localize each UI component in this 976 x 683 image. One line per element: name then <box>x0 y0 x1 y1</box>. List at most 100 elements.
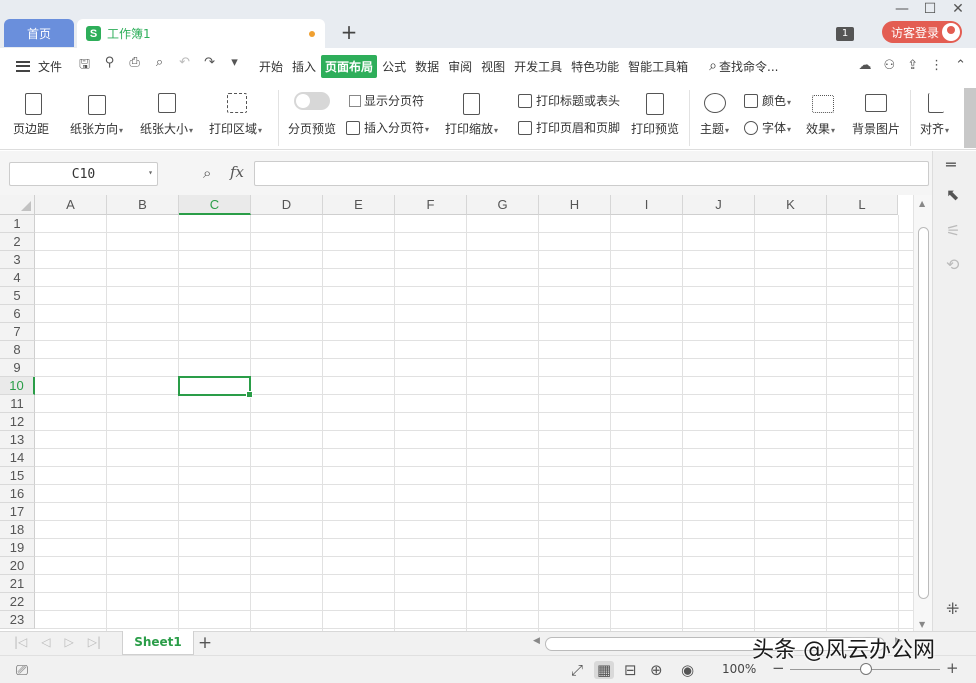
row-header-9[interactable]: 9 <box>0 359 35 377</box>
minimize-button[interactable]: — <box>888 0 916 18</box>
row-header-7[interactable]: 7 <box>0 323 35 341</box>
row-header-17[interactable]: 17 <box>0 503 35 521</box>
column-header-j[interactable]: J <box>683 195 755 215</box>
paper-size-button[interactable]: 纸张大小▾ <box>140 90 198 146</box>
customize-dropdown-icon[interactable]: ▾ <box>226 55 243 77</box>
row-header-16[interactable]: 16 <box>0 485 35 503</box>
save-icon[interactable]: 🖫 <box>76 55 93 77</box>
scroll-left-icon[interactable]: ◀ <box>533 636 540 646</box>
vertical-scrollbar[interactable]: ▲ ▼ <box>913 195 932 631</box>
row-header-8[interactable]: 8 <box>0 341 35 359</box>
last-sheet-icon[interactable]: ▷| <box>88 635 101 649</box>
menu-tab-smart-toolbox[interactable]: 智能工具箱 <box>624 55 692 78</box>
row-header-10[interactable]: 10 <box>0 377 35 395</box>
print-titles-button[interactable]: 打印标题或表头 <box>518 92 620 109</box>
close-button[interactable]: ✕ <box>944 0 972 18</box>
share-icon[interactable]: ⇪ <box>907 58 918 73</box>
column-header-k[interactable]: K <box>755 195 827 215</box>
menu-tab-developer[interactable]: 开发工具 <box>510 55 566 78</box>
row-header-15[interactable]: 15 <box>0 467 35 485</box>
filter-settings-icon[interactable]: ⚟ <box>946 221 960 240</box>
zoom-in-icon[interactable]: + <box>946 659 959 677</box>
column-header-d[interactable]: D <box>251 195 323 215</box>
undo-icon[interactable]: ↶ <box>176 55 193 77</box>
row-header-1[interactable]: 1 <box>0 215 35 233</box>
add-sheet-button[interactable]: + <box>196 632 214 654</box>
menu-tab-formulas[interactable]: 公式 <box>378 55 410 78</box>
zoom-level[interactable]: 100% <box>722 662 756 676</box>
background-image-button[interactable]: 背景图片 <box>852 90 902 146</box>
zoom-icon[interactable]: ⌕ <box>203 164 211 182</box>
show-page-breaks-checkbox[interactable]: 显示分页符 <box>349 92 424 109</box>
row-header-11[interactable]: 11 <box>0 395 35 413</box>
fx-icon[interactable]: fx <box>230 163 244 181</box>
sheet-tab-sheet1[interactable]: Sheet1 <box>122 631 194 655</box>
next-sheet-icon[interactable]: ▷ <box>65 635 74 649</box>
collaborate-icon[interactable]: ⚇ <box>884 58 896 73</box>
print-icon[interactable]: ⎙ <box>126 55 143 77</box>
menu-tab-page-layout[interactable]: 页面布局 <box>321 54 378 78</box>
row-header-19[interactable]: 19 <box>0 539 35 557</box>
column-header-e[interactable]: E <box>323 195 395 215</box>
menu-tab-view[interactable]: 视图 <box>477 55 509 78</box>
theme-button[interactable]: 主题▾ <box>700 90 736 146</box>
collapse-ribbon-icon[interactable]: ⌃ <box>955 58 966 73</box>
ribbon-scrollbar[interactable] <box>964 88 976 148</box>
normal-view-icon[interactable]: ▦ <box>594 661 615 679</box>
header-footer-button[interactable]: 打印页眉和页脚 <box>518 119 620 136</box>
margins-button[interactable]: 页边距 <box>13 90 53 146</box>
cell-area[interactable] <box>35 215 913 631</box>
macro-record-icon[interactable]: ⎚ <box>16 661 28 679</box>
scrollbar-thumb[interactable] <box>918 227 929 599</box>
menu-tab-features[interactable]: 特色功能 <box>567 55 623 78</box>
maximize-button[interactable]: ☐ <box>916 0 944 18</box>
select-all-corner[interactable] <box>0 195 35 215</box>
tab-workbook[interactable]: S 工作簿1 <box>77 19 325 48</box>
page-break-preview-button[interactable]: 分页预览 <box>288 120 336 137</box>
print-scaling-button[interactable]: 打印缩放▾ <box>445 90 503 146</box>
column-header-i[interactable]: I <box>611 195 683 215</box>
effects-button[interactable]: 效果▾ <box>806 90 842 146</box>
row-header-2[interactable]: 2 <box>0 233 35 251</box>
history-icon[interactable]: ⟲ <box>946 255 959 274</box>
column-header-g[interactable]: G <box>467 195 539 215</box>
row-header-6[interactable]: 6 <box>0 305 35 323</box>
menu-file[interactable]: 文件 <box>38 58 62 75</box>
column-header-l[interactable]: L <box>827 195 898 215</box>
column-header-h[interactable]: H <box>539 195 611 215</box>
more-icon[interactable]: ⋮ <box>930 58 943 73</box>
name-box[interactable]: C10 ▾ <box>9 162 158 186</box>
print-preview-button[interactable]: 打印预览 <box>631 90 681 146</box>
chevron-down-icon[interactable]: ▾ <box>148 168 153 177</box>
hamburger-icon[interactable] <box>16 60 30 72</box>
fonts-button[interactable]: 字体▾ <box>744 119 791 136</box>
eye-protection-icon[interactable]: ◉ <box>681 661 694 679</box>
print-area-button[interactable]: 打印区域▾ <box>209 90 267 146</box>
formula-input[interactable] <box>254 161 929 186</box>
command-search[interactable]: ⌕ 查找命令... <box>709 58 778 75</box>
redo-icon[interactable]: ↷ <box>201 55 218 77</box>
insert-page-break-button[interactable]: 插入分页符▾ <box>346 119 429 136</box>
menu-tab-insert[interactable]: 插入 <box>288 55 320 78</box>
menu-tab-home[interactable]: 开始 <box>255 55 287 78</box>
menu-tab-review[interactable]: 审阅 <box>444 55 476 78</box>
row-header-22[interactable]: 22 <box>0 593 35 611</box>
zoom-slider-knob[interactable] <box>860 663 872 675</box>
spreadsheet-grid[interactable]: ABCDEFGHIJKL 1 2 3 4 5 6 7 8 9 10 11 12 13 14 15 16 17 18… <box>0 195 932 631</box>
scroll-down-icon[interactable]: ▼ <box>919 620 925 629</box>
row-header-4[interactable]: 4 <box>0 269 35 287</box>
panel-menu-icon[interactable]: ═ <box>946 155 956 174</box>
format-painter-icon[interactable]: ⚲ <box>101 55 118 77</box>
cloud-icon[interactable]: ☁ <box>859 58 872 73</box>
page-layout-view-icon[interactable]: ⊕ <box>650 661 663 679</box>
active-cell-c10[interactable] <box>178 376 253 398</box>
column-header-f[interactable]: F <box>395 195 467 215</box>
new-tab-button[interactable]: + <box>338 20 360 44</box>
column-header-a[interactable]: A <box>35 195 107 215</box>
row-header-23[interactable]: 23 <box>0 611 35 629</box>
page-break-preview-toggle[interactable] <box>294 92 330 110</box>
prev-sheet-icon[interactable]: ◁ <box>41 635 50 649</box>
print-preview-icon[interactable]: ⌕ <box>151 55 168 77</box>
row-header-13[interactable]: 13 <box>0 431 35 449</box>
guest-login-button[interactable]: 访客登录 <box>882 21 962 43</box>
